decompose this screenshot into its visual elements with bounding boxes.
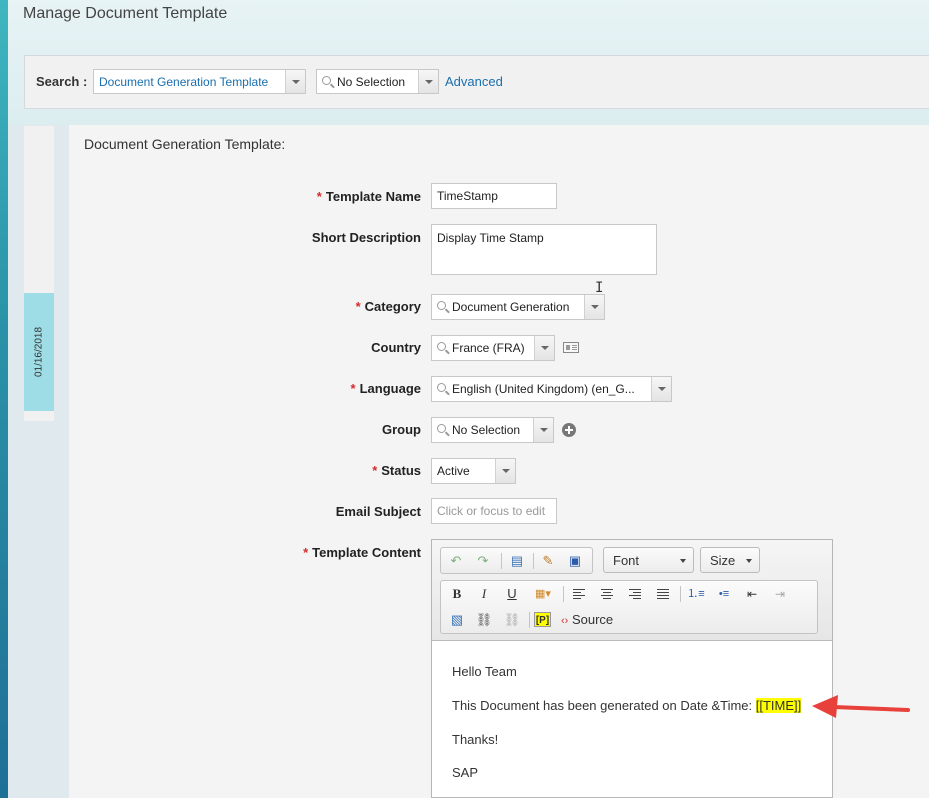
timeline: 01/16/2018: [24, 126, 54, 421]
font-dropdown-label: Font: [613, 553, 640, 568]
group-label: Group: [382, 422, 421, 437]
search-label: Search :: [36, 74, 88, 89]
required-marker: *: [355, 299, 361, 314]
template-name-input[interactable]: TimeStamp: [431, 183, 557, 209]
undo-icon[interactable]: ↶: [446, 551, 466, 571]
search-type-value: Document Generation Template: [99, 75, 269, 89]
search-icon: [437, 301, 446, 310]
email-subject-placeholder: Click or focus to edit: [437, 504, 546, 518]
source-button[interactable]: ‹› Source: [561, 610, 621, 630]
document-icon[interactable]: ▤: [507, 551, 527, 571]
bulleted-list-icon[interactable]: •≡: [714, 584, 734, 604]
timeline-date: 01/16/2018: [33, 326, 45, 378]
category-label: * Category: [355, 299, 421, 314]
time-placeholder-token: [[TIME]]: [755, 698, 802, 713]
format-toolbar-group: B I U ▦▾ ⒈≡ •≡ ⇤ ⇥ ▧ ⛓ ⛓ [P] ‹› Source: [440, 580, 818, 634]
required-marker: *: [303, 545, 309, 560]
annotation-arrow-icon: [812, 695, 910, 718]
group-value: No Selection: [452, 423, 521, 437]
search-item-select[interactable]: No Selection: [316, 69, 439, 94]
numbered-list-icon[interactable]: ⒈≡: [686, 584, 706, 604]
chevron-down-icon[interactable]: [651, 377, 671, 401]
chevron-down-icon[interactable]: [534, 336, 554, 360]
page-title: Manage Document Template: [23, 5, 228, 22]
content-line-signature: SAP: [452, 765, 479, 780]
search-icon: [437, 383, 446, 392]
unlink-icon[interactable]: ⛓: [502, 610, 522, 630]
language-label: * Language: [350, 381, 421, 396]
underline-button[interactable]: U: [502, 584, 522, 604]
template-name-value: TimeStamp: [437, 189, 498, 203]
search-icon: [437, 342, 446, 351]
align-right-icon[interactable]: [625, 584, 645, 604]
chevron-down-icon[interactable]: [285, 70, 305, 93]
text-color-icon[interactable]: ▦▾: [530, 584, 556, 604]
template-name-label: * Template Name: [316, 189, 421, 204]
short-description-textarea[interactable]: Display Time Stamp: [431, 224, 657, 275]
history-toolbar-group: ↶ ↷ ▤ ✎ ▣: [440, 547, 593, 574]
placeholder-button[interactable]: [P]: [534, 612, 551, 627]
required-marker: *: [372, 463, 378, 478]
group-select[interactable]: No Selection: [431, 417, 554, 443]
language-value: English (United Kingdom) (en_G...: [452, 382, 635, 396]
chevron-down-icon[interactable]: [584, 295, 604, 319]
short-description-label: Short Description: [311, 230, 421, 245]
language-select[interactable]: English (United Kingdom) (en_G...: [431, 376, 672, 402]
chevron-down-icon[interactable]: [418, 70, 438, 93]
advanced-search-link[interactable]: Advanced: [445, 74, 503, 89]
email-subject-input[interactable]: Click or focus to edit: [431, 498, 557, 524]
align-justify-icon[interactable]: [653, 584, 673, 604]
insert-image-icon[interactable]: ▧: [447, 610, 467, 630]
source-code-icon: ‹›: [561, 615, 569, 627]
short-description-value: Display Time Stamp: [437, 231, 544, 245]
category-select[interactable]: Document Generation: [431, 294, 605, 320]
chevron-down-icon[interactable]: [495, 459, 515, 483]
increase-indent-icon[interactable]: ⇥: [770, 584, 790, 604]
link-icon[interactable]: ⛓: [474, 610, 494, 630]
required-marker: *: [350, 381, 356, 396]
search-item-value: No Selection: [337, 75, 406, 89]
bold-button[interactable]: B: [447, 584, 467, 604]
redo-icon[interactable]: ↷: [473, 551, 493, 571]
align-center-icon[interactable]: [597, 584, 617, 604]
status-value: Active: [437, 464, 470, 478]
rich-text-editor[interactable]: ↶ ↷ ▤ ✎ ▣ Font Size B I U ▦▾ ⒈≡ •≡ ⇤ ⇥ ▧…: [431, 539, 833, 798]
search-icon: [437, 424, 446, 433]
left-accent-strip: [0, 0, 8, 798]
search-bar: Search : Document Generation Template No…: [24, 55, 929, 109]
search-type-select[interactable]: Document Generation Template: [93, 69, 306, 94]
chevron-down-icon[interactable]: [533, 418, 553, 442]
status-select[interactable]: Active: [431, 458, 516, 484]
email-subject-label: Email Subject: [335, 504, 421, 519]
required-marker: *: [316, 189, 322, 204]
font-dropdown[interactable]: Font: [603, 547, 694, 573]
country-label: Country: [371, 340, 421, 355]
paste-text-icon[interactable]: ✎: [538, 551, 558, 571]
decrease-indent-icon[interactable]: ⇤: [742, 584, 762, 604]
status-label: * Status: [372, 463, 421, 478]
country-value: France (FRA): [452, 341, 525, 355]
details-card-icon[interactable]: [563, 342, 579, 353]
align-left-icon[interactable]: [569, 584, 589, 604]
content-line-body: This Document has been generated on Date…: [452, 698, 802, 713]
category-value: Document Generation: [452, 300, 570, 314]
search-icon: [322, 76, 331, 85]
paste-word-icon[interactable]: ▣: [565, 551, 585, 571]
italic-button[interactable]: I: [474, 584, 494, 604]
section-title: Document Generation Template:: [84, 136, 286, 152]
size-dropdown[interactable]: Size: [700, 547, 760, 573]
add-group-icon[interactable]: [562, 423, 576, 437]
editor-toolbar: ↶ ↷ ▤ ✎ ▣ Font Size B I U ▦▾ ⒈≡ •≡ ⇤ ⇥ ▧…: [432, 540, 832, 641]
country-select[interactable]: France (FRA): [431, 335, 555, 361]
size-dropdown-label: Size: [710, 553, 736, 568]
content-line-thanks: Thanks!: [452, 732, 499, 747]
content-line-greeting: Hello Team: [452, 664, 517, 679]
template-content-label: * Template Content: [303, 545, 421, 560]
